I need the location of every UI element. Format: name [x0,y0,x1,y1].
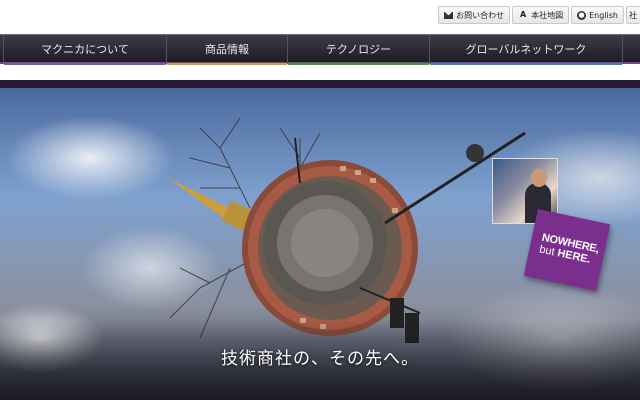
nav-item-about[interactable]: マクニカについて [4,35,167,65]
nav-item-label: マクニカについて [41,43,129,56]
person-head [531,169,547,187]
globe-icon: ● [577,10,587,20]
nav-item-products[interactable]: 商品情報 [167,35,288,65]
sitemap-label: 本社地図 [531,10,564,20]
extra-button[interactable]: 社 [626,6,640,24]
hero-tagline: 技術商社の、その先へ。 [221,349,419,369]
top-bar: お問い合わせ A 本社地図 ● English 社 [0,0,640,32]
main-nav: マクニカについて 商品情報 テクノロジー グローバルネットワーク [0,34,640,65]
utility-links: お問い合わせ A 本社地図 ● English 社 [438,6,640,24]
english-label: English [589,10,618,20]
nav-item-global-network[interactable]: グローバルネットワーク [430,35,623,65]
nav-item-technology[interactable]: テクノロジー [288,35,430,65]
divider-bar [0,80,640,88]
hero-banner[interactable]: NOWHERE, but HERE. 技術商社の、その先へ。 [0,88,640,400]
nav-item-label: グローバルネットワーク [465,43,587,56]
nav-item-label: 商品情報 [205,43,249,56]
sitemap-button[interactable]: A 本社地図 [512,6,570,24]
english-button[interactable]: ● English [571,6,624,24]
letter-a-icon: A [520,10,527,19]
mail-icon [444,11,454,19]
contact-button[interactable]: お問い合わせ [438,6,511,24]
extra-label: 社 [629,10,637,20]
contact-label: お問い合わせ [456,10,505,20]
nav-item-label: テクノロジー [325,43,392,56]
